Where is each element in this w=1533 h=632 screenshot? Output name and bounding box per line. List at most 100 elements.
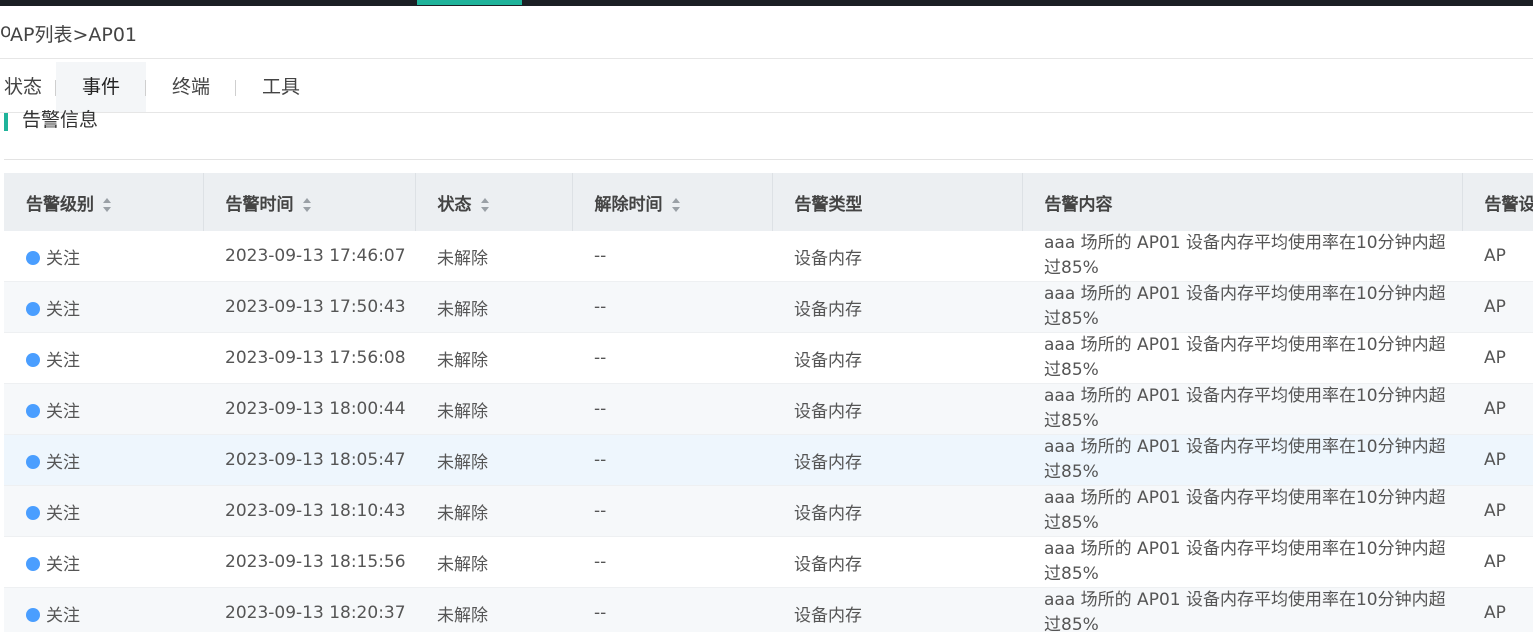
table-row[interactable]: 关注 2023-09-13 17:56:08 未解除 -- 设备内存 aaa 场… [4, 332, 1533, 384]
cell-content: aaa 场所的 AP01 设备内存平均使用率在10分钟内超过85% [1022, 485, 1462, 537]
column-header-label: 告警内容 [1044, 194, 1113, 215]
level-dot-icon [26, 505, 40, 520]
cell-device: AP [1462, 332, 1533, 384]
tab-clients-label: 终端 [171, 76, 210, 98]
cell-type: 设备内存 [772, 332, 1022, 384]
cell-content: aaa 场所的 AP01 设备内存平均使用率在10分钟内超过85% [1022, 587, 1462, 632]
cell-time: 2023-09-13 18:20:37 [203, 587, 415, 632]
level-dot-icon [26, 607, 40, 622]
divider [0, 112, 1533, 113]
breadcrumb-clipped-prefix: o [0, 20, 10, 42]
cell-clear-time: -- [572, 434, 772, 486]
table-header-row: 告警级别 告警时间 状态 解除时间 告警类型 告警内容 告警设 [4, 173, 1533, 231]
tab-events-label: 事件 [81, 76, 120, 98]
cell-clear-time: -- [572, 332, 772, 384]
cell-content: aaa 场所的 AP01 设备内存平均使用率在10分钟内超过85% [1022, 281, 1462, 333]
column-header-device: 告警设 [1462, 173, 1533, 231]
cell-level: 关注 [4, 231, 203, 282]
level-dot-icon [26, 250, 40, 265]
level-label: 关注 [46, 605, 80, 626]
cell-device: AP [1462, 434, 1533, 486]
cell-content: aaa 场所的 AP01 设备内存平均使用率在10分钟内超过85% [1022, 231, 1462, 282]
cell-content: aaa 场所的 AP01 设备内存平均使用率在10分钟内超过85% [1022, 536, 1462, 588]
tab-status-label: 状态 [3, 76, 42, 98]
table-row-hovered[interactable]: 关注 2023-09-13 18:05:47 未解除 -- 设备内存 aaa 场… [4, 434, 1533, 486]
cell-type: 设备内存 [772, 231, 1022, 282]
column-header-level[interactable]: 告警级别 [4, 173, 204, 231]
table-row[interactable]: 关注 2023-09-13 18:00:44 未解除 -- 设备内存 aaa 场… [4, 383, 1533, 435]
level-label: 关注 [46, 452, 80, 473]
cell-type: 设备内存 [772, 281, 1022, 333]
cell-level: 关注 [4, 281, 203, 333]
table-row[interactable]: 关注 2023-09-13 17:46:07 未解除 -- 设备内存 aaa 场… [4, 231, 1533, 282]
tab-status[interactable]: 状态 [0, 62, 42, 112]
cell-status: 未解除 [415, 536, 572, 588]
tab-tools[interactable]: 工具 [236, 62, 326, 112]
cell-time: 2023-09-13 18:15:56 [203, 536, 415, 588]
column-header-label: 告警设 [1484, 194, 1533, 215]
column-header-status[interactable]: 状态 [415, 173, 573, 231]
cell-clear-time: -- [572, 231, 772, 282]
cell-type: 设备内存 [772, 587, 1022, 632]
cell-level: 关注 [4, 383, 203, 435]
cell-device: AP [1462, 281, 1533, 333]
cell-level: 关注 [4, 587, 203, 632]
sort-icon[interactable] [102, 197, 112, 212]
cell-time: 2023-09-13 18:05:47 [203, 434, 415, 486]
column-header-content: 告警内容 [1022, 173, 1463, 231]
breadcrumb-text[interactable]: AP列表>AP01 [10, 24, 137, 46]
cell-device: AP [1462, 231, 1533, 282]
cell-time: 2023-09-13 18:10:43 [203, 485, 415, 537]
cell-type: 设备内存 [772, 434, 1022, 486]
top-bar-active-indicator [417, 0, 522, 5]
cell-status: 未解除 [415, 231, 572, 282]
sort-icon[interactable] [302, 197, 312, 212]
cell-device: AP [1462, 485, 1533, 537]
section-accent-bar [4, 113, 8, 131]
divider [0, 58, 1533, 59]
column-header-clear-time[interactable]: 解除时间 [572, 173, 773, 231]
level-label: 关注 [46, 554, 80, 575]
cell-level: 关注 [4, 536, 203, 588]
tab-events[interactable]: 事件 [56, 62, 146, 112]
cell-time: 2023-09-13 17:56:08 [203, 332, 415, 384]
level-label: 关注 [46, 350, 80, 371]
cell-type: 设备内存 [772, 485, 1022, 537]
level-label: 关注 [46, 248, 80, 269]
table-row[interactable]: 关注 2023-09-13 18:15:56 未解除 -- 设备内存 aaa 场… [4, 536, 1533, 588]
cell-level: 关注 [4, 434, 203, 486]
column-header-label: 告警级别 [26, 194, 94, 215]
sort-icon[interactable] [480, 197, 490, 212]
column-header-label: 解除时间 [594, 194, 663, 215]
level-label: 关注 [46, 401, 80, 422]
cell-level: 关注 [4, 332, 203, 384]
table-row[interactable]: 关注 2023-09-13 18:20:37 未解除 -- 设备内存 aaa 场… [4, 587, 1533, 632]
column-header-type: 告警类型 [772, 173, 1023, 231]
cell-device: AP [1462, 383, 1533, 435]
tab-clients[interactable]: 终端 [146, 62, 236, 112]
cell-status: 未解除 [415, 485, 572, 537]
cell-clear-time: -- [572, 281, 772, 333]
level-dot-icon [26, 403, 40, 418]
alarm-table: 告警级别 告警时间 状态 解除时间 告警类型 告警内容 告警设 关注 2023-… [4, 173, 1533, 632]
level-dot-icon [26, 352, 40, 367]
cell-content: aaa 场所的 AP01 设备内存平均使用率在10分钟内超过85% [1022, 434, 1462, 486]
cell-status: 未解除 [415, 587, 572, 632]
cell-device: AP [1462, 536, 1533, 588]
sort-icon[interactable] [671, 197, 681, 212]
table-row[interactable]: 关注 2023-09-13 17:50:43 未解除 -- 设备内存 aaa 场… [4, 281, 1533, 333]
cell-time: 2023-09-13 17:46:07 [203, 231, 415, 282]
cell-time: 2023-09-13 18:00:44 [203, 383, 415, 435]
level-dot-icon [26, 454, 40, 469]
level-label: 关注 [46, 503, 80, 524]
table-row[interactable]: 关注 2023-09-13 18:10:43 未解除 -- 设备内存 aaa 场… [4, 485, 1533, 537]
cell-status: 未解除 [415, 383, 572, 435]
cell-type: 设备内存 [772, 383, 1022, 435]
cell-level: 关注 [4, 485, 203, 537]
column-header-label: 告警时间 [225, 194, 294, 215]
breadcrumb: oAP列表>AP01 [0, 20, 137, 46]
level-dot-icon [26, 301, 40, 316]
top-bar [0, 0, 1533, 6]
column-header-time[interactable]: 告警时间 [203, 173, 416, 231]
cell-device: AP [1462, 587, 1533, 632]
